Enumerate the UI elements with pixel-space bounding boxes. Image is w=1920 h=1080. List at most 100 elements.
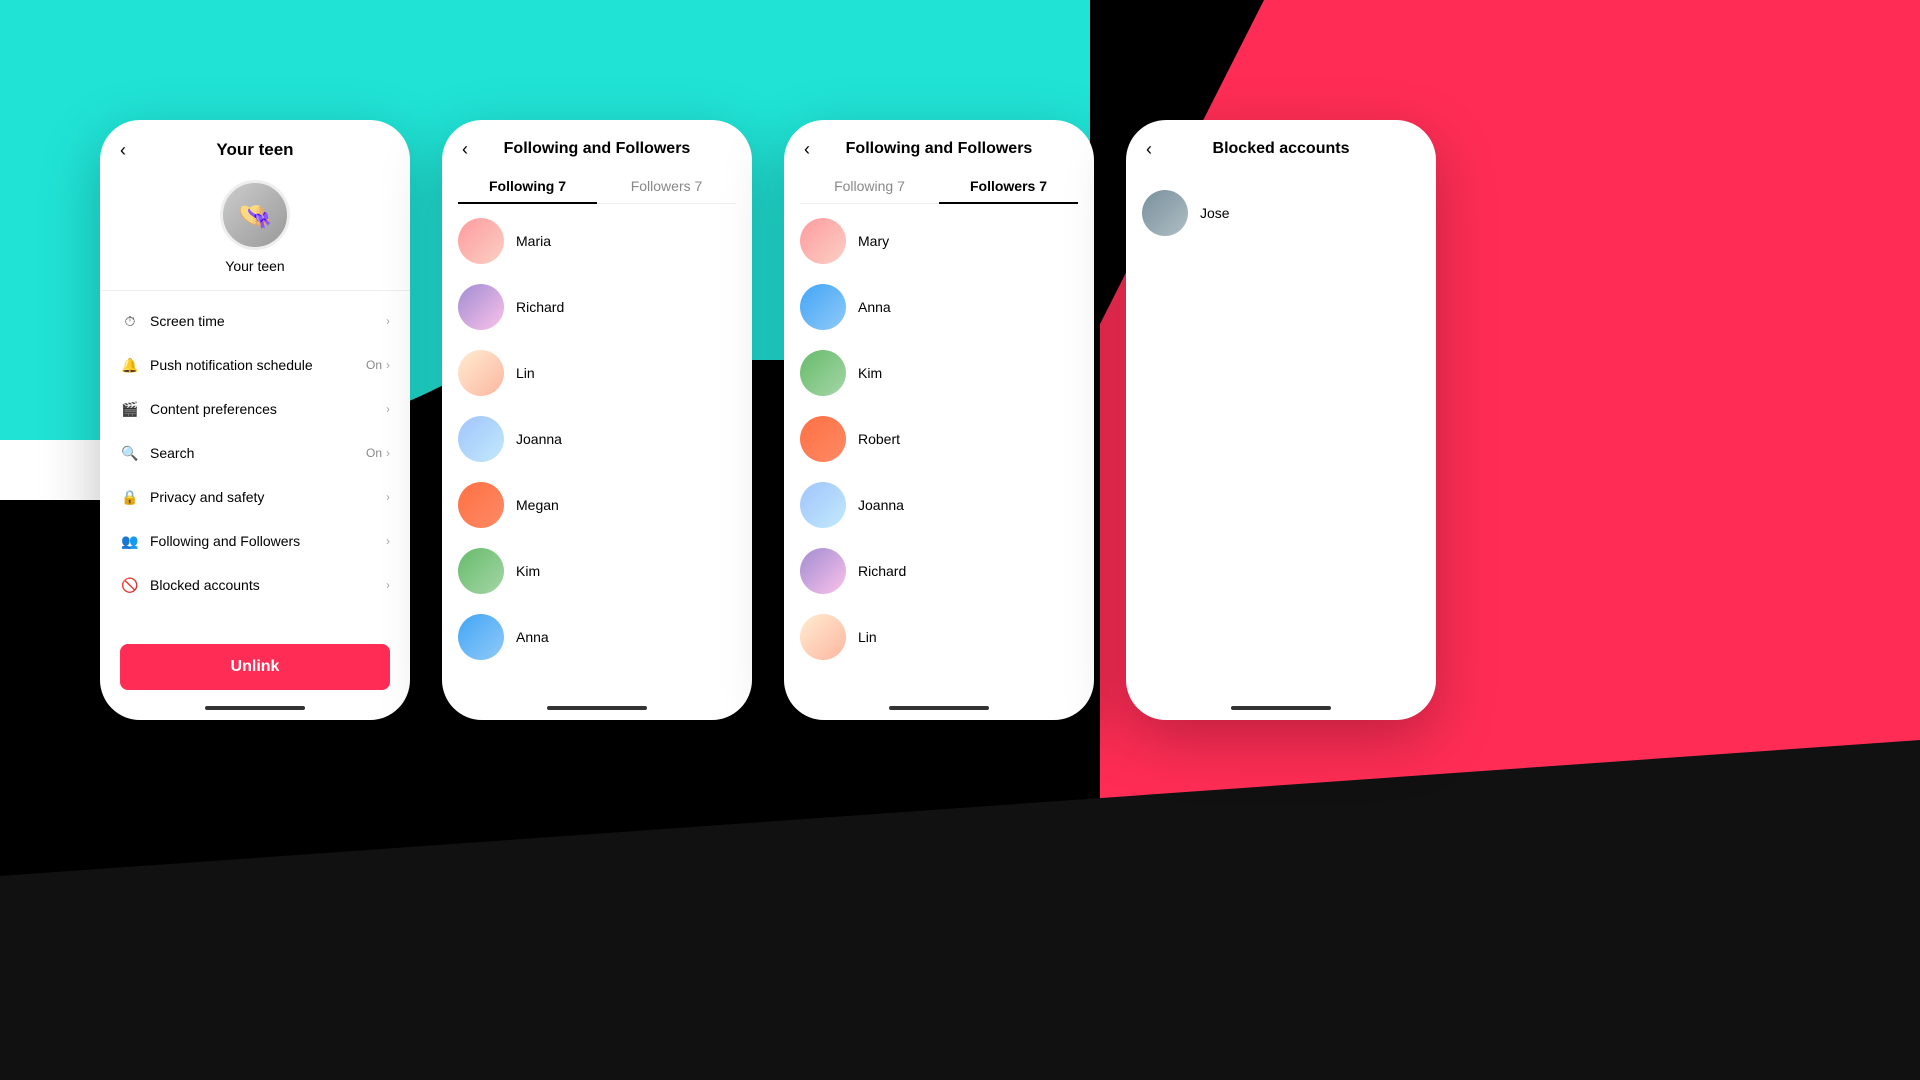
user-item[interactable]: Maria bbox=[442, 208, 752, 274]
search-right: On bbox=[366, 446, 382, 460]
user-name: Maria bbox=[516, 233, 551, 249]
back-arrow-phone4[interactable]: ‹ bbox=[1146, 139, 1152, 160]
user-avatar bbox=[458, 416, 504, 462]
user-item[interactable]: Richard bbox=[784, 538, 1094, 604]
phone1-bottom-bar bbox=[205, 706, 305, 710]
search-chevron: › bbox=[386, 446, 390, 460]
user-name: Joanna bbox=[858, 497, 904, 513]
menu-item-search[interactable]: 🔍 Search On › bbox=[100, 431, 410, 475]
screen-time-icon: ⏱ bbox=[120, 311, 140, 331]
blocked-user-avatar bbox=[1142, 190, 1188, 236]
phone4-header: ‹ Blocked accounts bbox=[1126, 120, 1436, 168]
user-name: Kim bbox=[516, 563, 540, 579]
screen-time-label: Screen time bbox=[150, 313, 386, 329]
user-item[interactable]: Anna bbox=[442, 604, 752, 670]
user-avatar bbox=[458, 284, 504, 330]
phone3-title: Following and Followers bbox=[846, 140, 1033, 158]
user-item[interactable]: Mary bbox=[784, 208, 1094, 274]
phone-your-teen: ‹ Your teen 👒 Your teen ⏱ Screen time › … bbox=[100, 120, 410, 720]
avatar-teen: 👒 bbox=[220, 180, 290, 250]
phone2-bottom-bar bbox=[547, 706, 647, 710]
content-preferences-chevron: › bbox=[386, 402, 390, 416]
menu-item-push-notification[interactable]: 🔔 Push notification schedule On › bbox=[100, 343, 410, 387]
phone3-user-list: Mary Anna Kim Robert Joanna Richard Lin bbox=[784, 204, 1094, 720]
following-followers-label: Following and Followers bbox=[150, 533, 386, 549]
user-name: Anna bbox=[858, 299, 891, 315]
menu-item-following-followers[interactable]: 👥 Following and Followers › bbox=[100, 519, 410, 563]
user-avatar bbox=[458, 614, 504, 660]
user-avatar bbox=[800, 416, 846, 462]
user-name: Kim bbox=[858, 365, 882, 381]
user-name: Lin bbox=[858, 629, 877, 645]
phone2-title: Following and Followers bbox=[504, 140, 691, 158]
tab-followers-p2[interactable]: Followers 7 bbox=[597, 170, 736, 204]
blocked-user-item[interactable]: Jose bbox=[1126, 180, 1436, 246]
push-notification-label: Push notification schedule bbox=[150, 357, 366, 373]
content-preferences-label: Content preferences bbox=[150, 401, 386, 417]
user-item[interactable]: Joanna bbox=[784, 472, 1094, 538]
user-item[interactable]: Lin bbox=[784, 604, 1094, 670]
menu-item-screen-time[interactable]: ⏱ Screen time › bbox=[100, 299, 410, 343]
phone4-title: Blocked accounts bbox=[1213, 140, 1350, 158]
user-avatar bbox=[800, 218, 846, 264]
user-name: Richard bbox=[858, 563, 906, 579]
phone-followers: ‹ Following and Followers Following 7 Fo… bbox=[784, 120, 1094, 720]
user-name: Lin bbox=[516, 365, 535, 381]
privacy-safety-chevron: › bbox=[386, 490, 390, 504]
user-avatar bbox=[800, 548, 846, 594]
phone3-header: ‹ Following and Followers bbox=[784, 120, 1094, 158]
user-avatar bbox=[800, 614, 846, 660]
back-arrow-phone2[interactable]: ‹ bbox=[462, 139, 468, 160]
following-followers-chevron: › bbox=[386, 534, 390, 548]
push-notification-icon: 🔔 bbox=[120, 355, 140, 375]
user-name: Joanna bbox=[516, 431, 562, 447]
user-avatar bbox=[458, 482, 504, 528]
tab-followers-p3[interactable]: Followers 7 bbox=[939, 170, 1078, 204]
menu-item-content-preferences[interactable]: 🎬 Content preferences › bbox=[100, 387, 410, 431]
user-name: Megan bbox=[516, 497, 559, 513]
blocked-user-name: Jose bbox=[1200, 205, 1230, 221]
user-item[interactable]: Lin bbox=[442, 340, 752, 406]
privacy-safety-label: Privacy and safety bbox=[150, 489, 386, 505]
menu-item-privacy-safety[interactable]: 🔒 Privacy and safety › bbox=[100, 475, 410, 519]
phone2-header: ‹ Following and Followers bbox=[442, 120, 752, 158]
user-avatar bbox=[458, 218, 504, 264]
following-followers-icon: 👥 bbox=[120, 531, 140, 551]
user-item[interactable]: Joanna bbox=[442, 406, 752, 472]
phone-blocked: ‹ Blocked accounts Jose bbox=[1126, 120, 1436, 720]
blocked-accounts-chevron: › bbox=[386, 578, 390, 592]
menu-item-blocked-accounts[interactable]: 🚫 Blocked accounts › bbox=[100, 563, 410, 607]
user-item[interactable]: Megan bbox=[442, 472, 752, 538]
tab-following-p3[interactable]: Following 7 bbox=[800, 170, 939, 204]
user-name: Richard bbox=[516, 299, 564, 315]
back-arrow-phone1[interactable]: ‹ bbox=[120, 140, 126, 161]
user-name: Mary bbox=[858, 233, 889, 249]
back-arrow-phone3[interactable]: ‹ bbox=[804, 139, 810, 160]
user-name: Anna bbox=[516, 629, 549, 645]
user-name: Robert bbox=[858, 431, 900, 447]
user-item[interactable]: Robert bbox=[784, 406, 1094, 472]
screen-time-chevron: › bbox=[386, 314, 390, 328]
blocked-accounts-label: Blocked accounts bbox=[150, 577, 386, 593]
user-item[interactable]: Richard bbox=[442, 274, 752, 340]
user-avatar bbox=[800, 284, 846, 330]
user-item[interactable]: Anna bbox=[784, 274, 1094, 340]
user-item[interactable]: Kim bbox=[442, 538, 752, 604]
avatar-name: Your teen bbox=[225, 258, 284, 274]
blocked-accounts-icon: 🚫 bbox=[120, 575, 140, 595]
phone4-blocked-list: Jose bbox=[1126, 168, 1436, 720]
avatar-section: 👒 Your teen bbox=[100, 170, 410, 291]
unlink-button[interactable]: Unlink bbox=[120, 644, 390, 690]
push-notification-chevron: › bbox=[386, 358, 390, 372]
phone-following: ‹ Following and Followers Following 7 Fo… bbox=[442, 120, 752, 720]
content-preferences-icon: 🎬 bbox=[120, 399, 140, 419]
menu-list: ⏱ Screen time › 🔔 Push notification sche… bbox=[100, 291, 410, 632]
bg-black-bottom bbox=[0, 740, 1920, 1080]
user-avatar bbox=[800, 482, 846, 528]
user-item[interactable]: Kim bbox=[784, 340, 1094, 406]
phone4-bottom-bar bbox=[1231, 706, 1331, 710]
phones-container: ‹ Your teen 👒 Your teen ⏱ Screen time › … bbox=[100, 120, 1436, 720]
phone3-bottom-bar bbox=[889, 706, 989, 710]
search-icon: 🔍 bbox=[120, 443, 140, 463]
tab-following-p2[interactable]: Following 7 bbox=[458, 170, 597, 204]
